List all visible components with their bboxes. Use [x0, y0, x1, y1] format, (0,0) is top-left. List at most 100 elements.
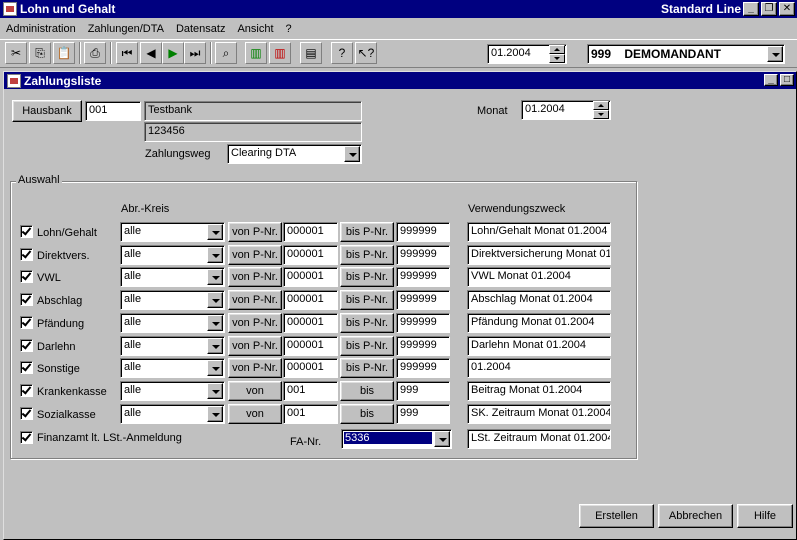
erstellen-button[interactable]: Erstellen — [579, 504, 654, 528]
fa-nr-select[interactable]: 5336 — [341, 429, 452, 449]
row-bis-button[interactable]: bis — [340, 404, 394, 424]
row-checkbox[interactable] — [20, 270, 33, 283]
period-spinner[interactable] — [549, 45, 565, 63]
restore-icon[interactable]: ❐ — [761, 2, 777, 16]
row-von-button[interactable]: von P-Nr. — [228, 222, 282, 242]
row-kreis-select[interactable]: alle — [120, 267, 225, 287]
menu-datensatz[interactable]: Datensatz — [176, 23, 226, 35]
child-window-icon[interactable] — [7, 73, 21, 88]
delete-record-icon[interactable]: ▥ — [269, 42, 291, 64]
row-checkbox[interactable] — [20, 316, 33, 329]
spin-up-icon[interactable] — [549, 45, 565, 54]
finanzamt-zweck-input[interactable]: LSt. Zeitraum Monat 01.2004 — [467, 429, 611, 449]
row-von-input[interactable]: 001 — [283, 404, 338, 424]
row-zweck-input[interactable]: Darlehn Monat 01.2004 — [467, 336, 611, 356]
menu-ansicht[interactable]: Ansicht — [237, 23, 273, 35]
row-zweck-input[interactable]: Lohn/Gehalt Monat 01.2004 — [467, 222, 611, 242]
chevron-down-icon[interactable] — [344, 146, 360, 162]
row-von-input[interactable]: 000001 — [283, 222, 338, 242]
period-input[interactable]: 01.2004 — [487, 44, 567, 64]
row-bis-button[interactable]: bis P-Nr. — [340, 358, 394, 378]
mandant-select[interactable]: 999 DEMOMANDANT — [587, 44, 785, 64]
child-minimize-icon[interactable]: _ — [764, 74, 778, 86]
row-zweck-input[interactable]: Pfändung Monat 01.2004 — [467, 313, 611, 333]
row-von-input[interactable]: 000001 — [283, 358, 338, 378]
chevron-down-icon[interactable] — [207, 383, 223, 399]
row-von-input[interactable]: 000001 — [283, 267, 338, 287]
chevron-down-icon[interactable] — [207, 224, 223, 240]
row-von-button[interactable]: von P-Nr. — [228, 336, 282, 356]
row-bis-input[interactable]: 999999 — [396, 245, 450, 265]
row-zweck-input[interactable]: Beitrag Monat 01.2004 — [467, 381, 611, 401]
row-von-button[interactable]: von P-Nr. — [228, 245, 282, 265]
row-checkbox[interactable] — [20, 339, 33, 352]
help-icon[interactable]: ? — [331, 42, 353, 64]
chevron-down-icon[interactable] — [207, 292, 223, 308]
minimize-icon[interactable]: _ — [743, 2, 759, 16]
row-zweck-input[interactable]: VWL Monat 01.2004 — [467, 267, 611, 287]
row-kreis-select[interactable]: alle — [120, 313, 225, 333]
row-bis-button[interactable]: bis P-Nr. — [340, 222, 394, 242]
row-kreis-select[interactable]: alle — [120, 381, 225, 401]
row-von-button[interactable]: von P-Nr. — [228, 313, 282, 333]
row-bis-button[interactable]: bis P-Nr. — [340, 290, 394, 310]
row-checkbox[interactable] — [20, 248, 33, 261]
chevron-down-icon[interactable] — [207, 360, 223, 376]
row-bis-button[interactable]: bis P-Nr. — [340, 267, 394, 287]
copy-icon[interactable]: ⎘ — [29, 42, 51, 64]
search-record-icon[interactable]: ⌕ — [215, 42, 237, 64]
context-help-icon[interactable]: ↖? — [355, 42, 377, 64]
spin-down-icon[interactable] — [549, 54, 565, 63]
chevron-down-icon[interactable] — [434, 431, 450, 447]
row-zweck-input[interactable]: Direktversicherung Monat 01 — [467, 245, 611, 265]
prev-record-icon[interactable]: ◀ — [140, 42, 162, 64]
row-von-input[interactable]: 001 — [283, 381, 338, 401]
row-bis-input[interactable]: 999999 — [396, 313, 450, 333]
first-record-icon[interactable]: ⏮ — [116, 42, 138, 64]
monat-input[interactable]: 01.2004 — [521, 100, 611, 120]
row-bis-button[interactable]: bis — [340, 381, 394, 401]
row-bis-input[interactable]: 999 — [396, 404, 450, 424]
app-icon[interactable] — [3, 2, 17, 16]
chevron-down-icon[interactable] — [767, 46, 783, 62]
print-icon[interactable]: ⎙ — [84, 42, 106, 64]
hausbank-button[interactable]: Hausbank — [12, 100, 82, 122]
hausbank-nr-input[interactable]: 001 — [85, 101, 141, 121]
hilfe-button[interactable]: Hilfe — [737, 504, 793, 528]
finanzamt-checkbox[interactable] — [20, 431, 33, 444]
row-checkbox[interactable] — [20, 361, 33, 374]
next-record-icon[interactable]: ▶ — [162, 42, 184, 64]
chevron-down-icon[interactable] — [207, 406, 223, 422]
row-kreis-select[interactable]: alle — [120, 336, 225, 356]
row-kreis-select[interactable]: alle — [120, 245, 225, 265]
abbrechen-button[interactable]: Abbrechen — [658, 504, 733, 528]
row-zweck-input[interactable]: Abschlag Monat 01.2004 — [467, 290, 611, 310]
row-checkbox[interactable] — [20, 293, 33, 306]
menu-help[interactable]: ? — [286, 23, 292, 35]
notes-icon[interactable]: ▤ — [300, 42, 322, 64]
chevron-down-icon[interactable] — [207, 338, 223, 354]
chevron-down-icon[interactable] — [207, 269, 223, 285]
menu-zahlungen-dta[interactable]: Zahlungen/DTA — [88, 23, 164, 35]
child-maximize-icon[interactable]: □ — [780, 74, 794, 86]
monat-spinner[interactable] — [593, 101, 609, 119]
row-von-input[interactable]: 000001 — [283, 336, 338, 356]
row-bis-input[interactable]: 999999 — [396, 336, 450, 356]
row-bis-input[interactable]: 999999 — [396, 358, 450, 378]
row-bis-input[interactable]: 999999 — [396, 267, 450, 287]
zahlungsweg-select[interactable]: Clearing DTA — [227, 144, 362, 164]
row-von-input[interactable]: 000001 — [283, 290, 338, 310]
row-kreis-select[interactable]: alle — [120, 358, 225, 378]
row-bis-button[interactable]: bis P-Nr. — [340, 336, 394, 356]
chevron-down-icon[interactable] — [207, 315, 223, 331]
menu-administration[interactable]: Administration — [6, 23, 76, 35]
row-zweck-input[interactable]: 01.2004 — [467, 358, 611, 378]
row-von-button[interactable]: von — [228, 404, 282, 424]
row-bis-input[interactable]: 999999 — [396, 290, 450, 310]
row-von-input[interactable]: 000001 — [283, 313, 338, 333]
row-kreis-select[interactable]: alle — [120, 222, 225, 242]
last-record-icon[interactable]: ⏭ — [184, 42, 206, 64]
spin-up-icon[interactable] — [593, 101, 609, 110]
row-von-button[interactable]: von P-Nr. — [228, 267, 282, 287]
row-von-input[interactable]: 000001 — [283, 245, 338, 265]
